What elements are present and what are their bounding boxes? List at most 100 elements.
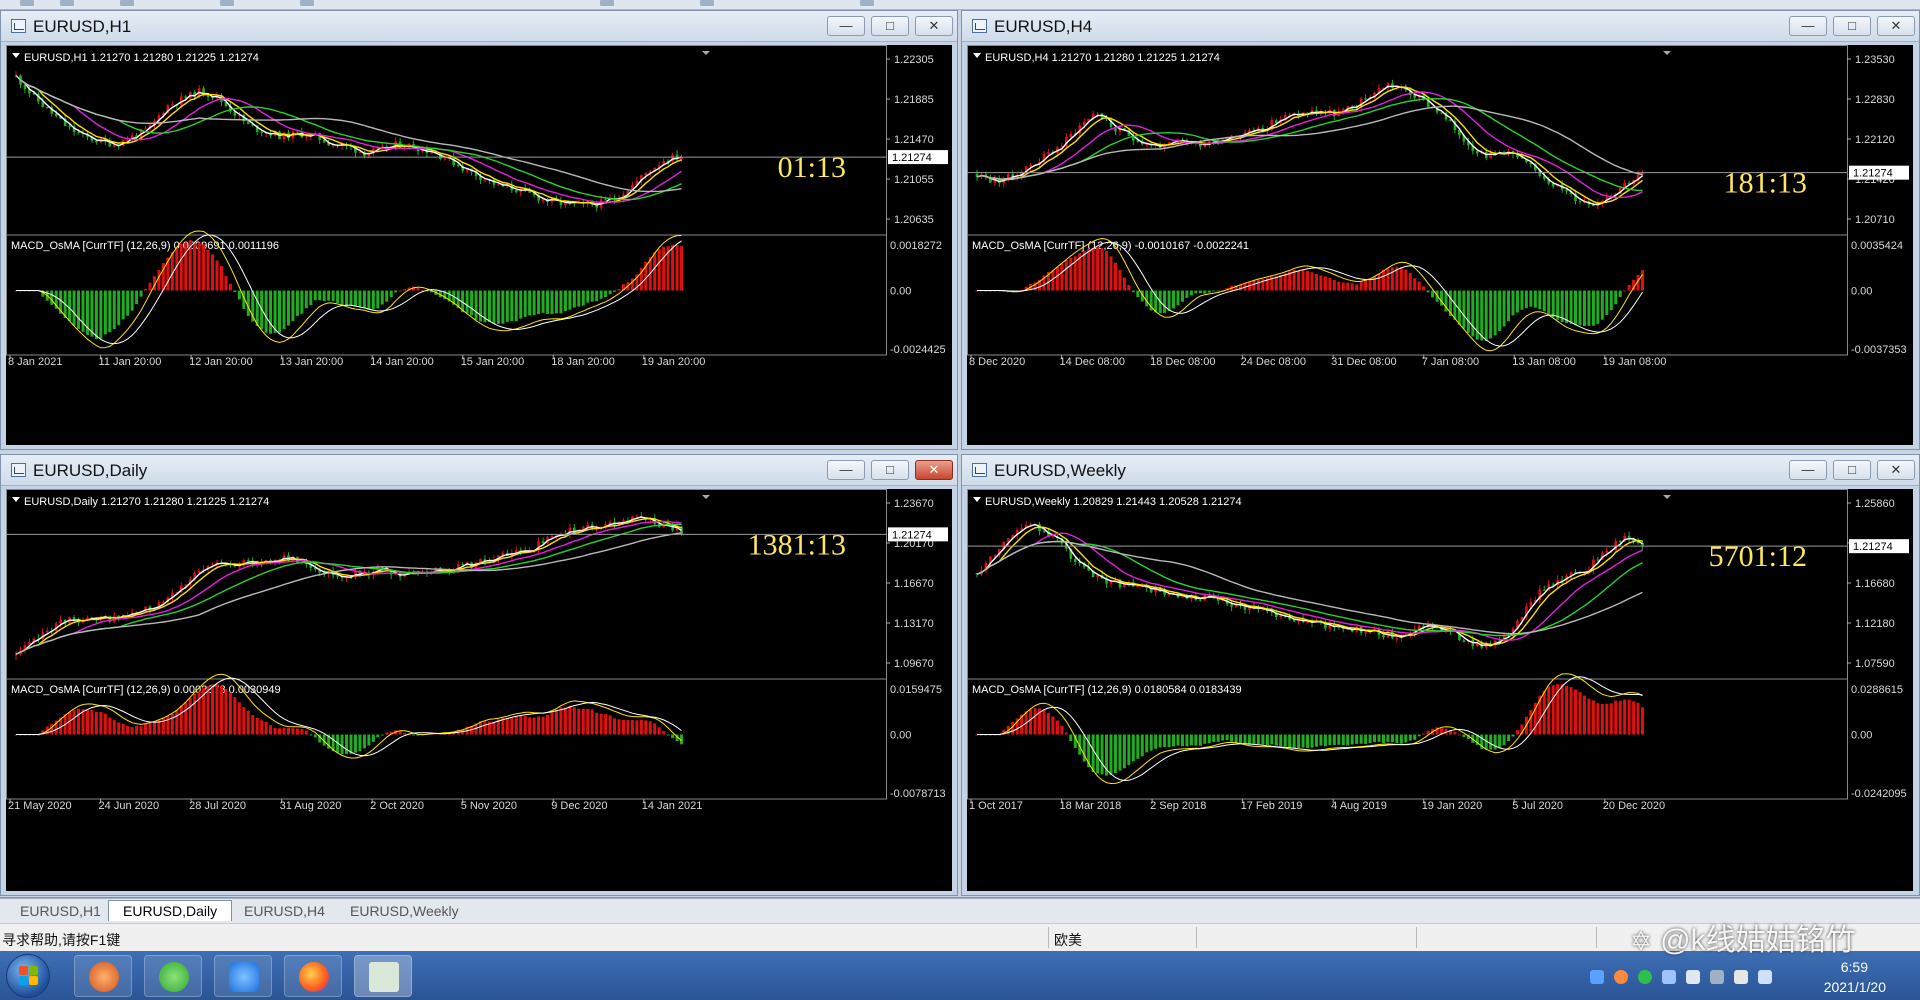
macd-histogram-bar <box>559 290 563 314</box>
chart-area[interactable]: EURUSD,Daily 1.21270 1.21280 1.21225 1.2… <box>6 489 952 891</box>
tray-icon[interactable] <box>1590 970 1604 984</box>
toolbar-icon[interactable] <box>120 0 134 6</box>
toolbar-icon[interactable] <box>860 0 874 6</box>
chart-area[interactable]: EURUSD,H1 1.21270 1.21280 1.21225 1.2127… <box>6 45 952 445</box>
macd-histogram-bar <box>376 290 380 309</box>
macd-histogram-bar <box>528 290 532 316</box>
bar-countdown: 1381:13 <box>748 528 846 561</box>
taskbar-app-wechat[interactable] <box>144 955 202 997</box>
moving-average-line <box>976 523 1643 647</box>
macd-histogram-bar <box>1574 290 1578 326</box>
clock-date[interactable]: 2021/1/20 <box>1824 979 1886 995</box>
macd-histogram-bar <box>1596 290 1600 324</box>
minimize-button[interactable]: — <box>827 460 865 480</box>
candle <box>1047 151 1050 154</box>
signal-icon[interactable] <box>1758 970 1772 984</box>
macd-histogram-bar <box>492 290 496 324</box>
chart-svg[interactable]: EURUSD,Daily 1.21270 1.21280 1.21225 1.2… <box>6 489 952 891</box>
maximize-button[interactable]: □ <box>1833 460 1871 480</box>
maximize-button[interactable]: □ <box>871 460 909 480</box>
moving-average-line <box>976 526 1643 646</box>
macd-histogram-bar <box>112 720 116 735</box>
macd-histogram-bar <box>1502 734 1506 746</box>
macd-histogram-bar <box>1399 734 1403 744</box>
macd-histogram-bar <box>501 290 505 324</box>
toolbar-icon[interactable] <box>300 0 314 6</box>
tab-eurusd-h4[interactable]: EURUSD,H4 <box>230 901 339 921</box>
macd-histogram-bar <box>1507 290 1511 322</box>
chart-area[interactable]: EURUSD,Weekly 1.20829 1.21443 1.20528 1.… <box>967 489 1913 891</box>
window-titlebar[interactable]: EURUSD,Weekly — □ ✕ <box>962 455 1919 486</box>
chart-area[interactable]: EURUSD,H4 1.21270 1.21280 1.21225 1.2127… <box>967 45 1913 445</box>
macd-histogram-bar <box>1306 271 1310 291</box>
macd-histogram-bar <box>282 290 286 330</box>
macd-histogram-bar <box>1364 734 1368 744</box>
time-axis-label: 24 Dec 08:00 <box>1241 356 1306 368</box>
macd-histogram-bar <box>1234 734 1238 743</box>
status-profile[interactable]: 欧美 <box>1054 930 1082 950</box>
chart-window-daily[interactable]: EURUSD,Daily — □ ✕ EURUSD,Daily 1.21270 … <box>0 454 958 896</box>
macd-histogram-bar <box>1105 251 1109 291</box>
toolbar-icon[interactable] <box>700 0 714 6</box>
macd-histogram-bar <box>224 688 228 735</box>
chart-svg[interactable]: EURUSD,Weekly 1.20829 1.21443 1.20528 1.… <box>967 489 1913 891</box>
candle <box>72 617 76 620</box>
close-button[interactable]: ✕ <box>1877 16 1915 36</box>
macd-axis-label: 0.00 <box>890 286 911 298</box>
macd-histogram-bar <box>1288 734 1292 748</box>
chart-window-h4[interactable]: EURUSD,H4 — □ ✕ EURUSD,H4 1.21270 1.2128… <box>961 10 1920 450</box>
chart-svg[interactable]: EURUSD,H4 1.21270 1.21280 1.21225 1.2127… <box>967 45 1913 445</box>
maximize-button[interactable]: □ <box>871 16 909 36</box>
taskbar-app-firefox[interactable] <box>284 955 342 997</box>
macd-histogram-bar <box>403 733 407 735</box>
taskbar-app-metatrader[interactable] <box>74 955 132 997</box>
time-axis-label: 14 Jan 20:00 <box>370 356 434 368</box>
chart-window-h1[interactable]: EURUSD,H1 — □ ✕ EURUSD,H1 1.21270 1.2128… <box>0 10 958 450</box>
close-button[interactable]: ✕ <box>1877 460 1915 480</box>
wechat-tray-icon[interactable] <box>1638 970 1652 984</box>
moving-average-line <box>15 74 682 204</box>
collapse-arrow-icon <box>12 53 20 58</box>
taskbar-app-active[interactable] <box>354 955 412 997</box>
close-button[interactable]: ✕ <box>915 460 953 480</box>
macd-histogram-bar <box>108 717 112 735</box>
chart-svg[interactable]: EURUSD,H1 1.21270 1.21280 1.21225 1.2127… <box>6 45 952 445</box>
macd-histogram-bar <box>219 685 223 735</box>
macd-histogram-bar <box>1279 734 1283 746</box>
macd-histogram-bar <box>1341 734 1345 746</box>
close-button[interactable]: ✕ <box>915 16 953 36</box>
tab-eurusd-h1[interactable]: EURUSD,H1 <box>6 901 115 921</box>
volume-icon[interactable] <box>1734 970 1748 984</box>
toolbar-icon[interactable] <box>60 0 74 6</box>
macd-histogram-bar <box>1623 290 1627 292</box>
macd-histogram-bar <box>211 684 215 735</box>
toolbar-icon[interactable] <box>20 0 34 6</box>
window-titlebar[interactable]: EURUSD,H1 — □ ✕ <box>1 11 957 42</box>
maximize-button[interactable]: □ <box>1833 16 1871 36</box>
toolbar-icon[interactable] <box>600 0 614 6</box>
macd-histogram-bar <box>1176 290 1180 306</box>
clock-time[interactable]: 6:59 <box>1841 959 1868 975</box>
minimize-button[interactable]: — <box>1789 460 1827 480</box>
network-icon[interactable] <box>1710 970 1724 984</box>
macd-histogram-bar <box>1069 257 1073 291</box>
window-titlebar[interactable]: EURUSD,Daily — □ ✕ <box>1 455 957 486</box>
minimize-button[interactable]: — <box>827 16 865 36</box>
tray-icon[interactable] <box>1662 970 1676 984</box>
macd-histogram-bar <box>563 707 567 735</box>
minimize-button[interactable]: — <box>1789 16 1827 36</box>
macd-histogram-bar <box>1368 734 1372 743</box>
shield-icon[interactable] <box>1686 970 1700 984</box>
taskbar-app-notes[interactable] <box>214 955 272 997</box>
toolbar-icon[interactable] <box>220 0 234 6</box>
tab-eurusd-weekly[interactable]: EURUSD,Weekly <box>336 901 473 921</box>
start-button[interactable] <box>6 954 50 998</box>
macd-histogram-bar <box>327 290 331 301</box>
window-titlebar[interactable]: EURUSD,H4 — □ ✕ <box>962 11 1919 42</box>
chart-window-weekly[interactable]: EURUSD,Weekly — □ ✕ EURUSD,Weekly 1.2082… <box>961 454 1920 896</box>
tab-eurusd-daily[interactable]: EURUSD,Daily <box>108 900 233 921</box>
macd-histogram-bar <box>541 290 545 313</box>
tray-icon[interactable] <box>1614 970 1628 984</box>
moving-average-line <box>976 91 1643 199</box>
macd-histogram-bar <box>286 290 290 326</box>
